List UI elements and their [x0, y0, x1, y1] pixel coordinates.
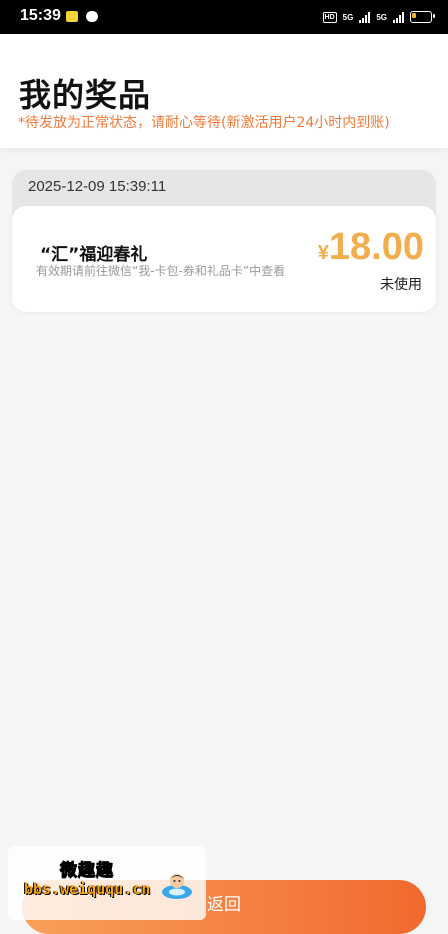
mascot-icon: [162, 874, 192, 899]
page-title: 我的奖品: [19, 76, 152, 114]
signal-icon: [393, 11, 404, 23]
watermark-title: 微趣趣: [60, 861, 114, 882]
signal-icon: [359, 11, 371, 23]
watermark-url: bbs.weiququ.cn: [24, 880, 151, 898]
network-label-2: 5G: [376, 12, 387, 22]
status-indicators: HD 5G 5G: [322, 10, 435, 24]
network-label-1: 5G: [342, 12, 354, 22]
page-header: 我的奖品 *待发放为正常状态，请耐心等待(新激活用户24小时内到账): [0, 34, 448, 148]
prize-card[interactable]: “汇”福迎春礼 有效期请前往微信“我-卡包-券和礼品卡”中查看 ¥ 18.00 …: [12, 206, 436, 312]
prize-description: 有效期请前往微信“我-卡包-券和礼品卡”中查看: [36, 264, 286, 278]
prize-item: 2025-12-09 15:39:11 “汇”福迎春礼 有效期请前往微信“我-卡…: [12, 170, 436, 312]
battery-icon: [410, 11, 435, 23]
notification-icon: [66, 11, 78, 22]
status-time: 15:39: [20, 7, 61, 24]
currency-symbol: ¥: [317, 242, 329, 264]
watermark: 微趣趣 bbs.weiququ.cn: [8, 846, 206, 920]
prize-status: 未使用: [380, 277, 422, 293]
prize-date: 2025-12-09 15:39:11: [28, 178, 167, 195]
status-bar: 15:39 HD 5G 5G: [0, 0, 448, 34]
hd-icon: HD: [322, 11, 337, 23]
amount-value: 18.00: [328, 226, 424, 268]
prize-amount: ¥ 18.00: [318, 226, 424, 269]
page-notice: *待发放为正常状态，请耐心等待(新激活用户24小时内到账): [18, 115, 390, 131]
chat-icon: [86, 11, 98, 22]
